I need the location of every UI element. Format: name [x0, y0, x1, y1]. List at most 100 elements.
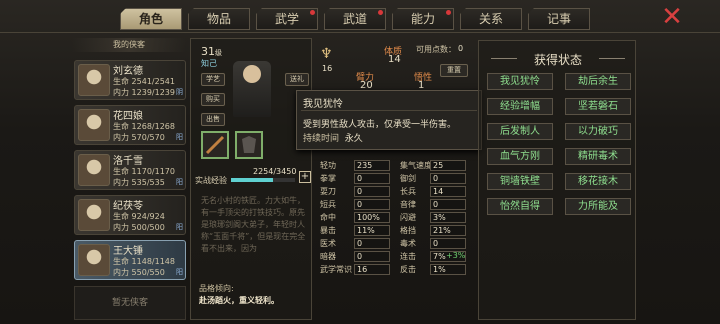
mp-label: 内力	[113, 178, 129, 187]
stat-row: 武学常识 16 反击 1%	[320, 264, 472, 277]
weapon-slot[interactable]	[201, 131, 229, 159]
mp-value: 500/500	[131, 223, 165, 232]
tab-martial[interactable]: 武学	[256, 8, 318, 30]
stat-label: 御剑	[400, 174, 416, 183]
hp-value: 2541/2541	[131, 77, 175, 86]
tooltip-duration: 持续时间 永久	[303, 131, 363, 144]
hp-line: 生命 1148/1148	[113, 256, 175, 267]
alignment-tag: 阳	[176, 178, 183, 186]
tab-way[interactable]: 武道	[324, 8, 386, 30]
mp-value: 535/535	[131, 178, 165, 187]
stat-label: 暗器	[320, 252, 336, 261]
status-badge[interactable]: 怡然自得	[487, 198, 553, 215]
tab-martial-label: 武学	[274, 12, 299, 26]
status-badge[interactable]: 铜墙铁壁	[487, 173, 553, 190]
relation-label: 知己	[201, 59, 217, 68]
stat-row: 暴击 11% 格挡 21%	[320, 225, 472, 238]
character-name: 王大锤	[113, 246, 143, 257]
constitution-value: 14	[388, 54, 401, 65]
mp-label: 内力	[113, 223, 129, 232]
buy-button[interactable]: 购买	[201, 93, 225, 106]
tab-character[interactable]: 角色	[120, 8, 182, 30]
character-card[interactable]: 花四娘 生命 1268/1268 内力 570/570 阳	[74, 105, 186, 145]
armor-slot[interactable]	[235, 131, 263, 159]
status-badge[interactable]: 我见犹怜	[487, 73, 553, 90]
talent-value: 16	[322, 64, 333, 73]
character-card[interactable]: 纪茯苓 生命 924/924 内力 500/500 阳	[74, 195, 186, 235]
stat-row: 命中 100% 闪避 3%	[320, 212, 472, 225]
hp-label: 生命	[113, 77, 129, 86]
hp-value: 1170/1170	[131, 167, 175, 176]
alignment-tag: 阳	[176, 223, 183, 231]
stat-value: 25	[430, 160, 466, 171]
reset-button[interactable]: 重置	[440, 64, 468, 77]
character-name: 刘玄德	[113, 66, 143, 77]
stat-value: 0	[354, 251, 390, 262]
stat-label: 命中	[320, 213, 336, 222]
stat-row: 医术 0 毒术 0	[320, 238, 472, 251]
tooltip-desc: 受到男性敌人攻击，仅承受一半伤害。	[303, 120, 457, 130]
empty-hero-slot[interactable]: 暂无侠客	[74, 286, 186, 320]
tab-relation[interactable]: 关系	[460, 8, 522, 30]
mp-value: 550/550	[131, 268, 165, 277]
status-badge[interactable]: 后发制人	[487, 123, 553, 140]
tab-journal[interactable]: 记事	[528, 8, 590, 30]
staff-icon	[205, 135, 225, 155]
game-screen: 角色 物品 武学 武道 能力 关系 记事 ✕ 我的侠客 刘玄德 生命 2541/…	[0, 0, 720, 324]
hp-value: 1268/1268	[131, 122, 175, 131]
stat-value: 0	[354, 173, 390, 184]
status-panel-title: 获得状态	[479, 51, 637, 68]
exp-bar	[231, 178, 295, 182]
tab-items[interactable]: 物品	[188, 8, 250, 30]
status-badge[interactable]: 经验增幅	[487, 98, 553, 115]
notification-dot	[446, 10, 451, 15]
stat-value: 16	[354, 264, 390, 275]
character-card[interactable]: 洛千雪 生命 1170/1170 内力 535/535 阳	[74, 150, 186, 190]
stat-value: 0	[430, 238, 466, 249]
gift-button[interactable]: 送礼	[285, 73, 309, 86]
hp-line: 生命 1268/1268	[113, 121, 175, 132]
stat-label: 短兵	[320, 200, 336, 209]
status-badge[interactable]: 劫后余生	[565, 73, 631, 90]
character-card[interactable]: 王大锤 生命 1148/1148 内力 550/550 阳	[74, 240, 186, 280]
exp-add-button[interactable]: +	[299, 171, 311, 183]
character-card[interactable]: 刘玄德 生命 2541/2541 内力 1239/1239 阴	[74, 60, 186, 100]
character-trait-label: 品格倾向:	[199, 284, 234, 293]
profile-panel: 31级 知己 学艺 送礼 购买 出售 实战经验 2254/3450 + 无名小村…	[190, 38, 312, 320]
status-badge[interactable]: 血气方刚	[487, 148, 553, 165]
stat-label: 闪避	[400, 213, 416, 222]
status-badge[interactable]: 坚若磐石	[565, 98, 631, 115]
character-name: 花四娘	[113, 111, 143, 122]
stat-row: 耍刀 0 长兵 14	[320, 186, 472, 199]
stat-value: 0	[430, 199, 466, 210]
stat-value: 3%	[430, 212, 466, 223]
stat-label: 暴击	[320, 226, 336, 235]
tab-ability[interactable]: 能力	[392, 8, 454, 30]
stat-value: 0	[354, 186, 390, 197]
mp-value: 1239/1239	[131, 88, 175, 97]
stat-label: 连击	[400, 252, 416, 261]
hp-line: 生命 924/924	[113, 211, 165, 222]
level-unit: 级	[215, 49, 222, 57]
close-icon[interactable]: ✕	[660, 4, 684, 30]
tooltip: 我见犹怜 受到男性敌人攻击，仅承受一半伤害。 持续时间 永久	[296, 90, 482, 150]
status-badge[interactable]: 力所能及	[565, 198, 631, 215]
stat-value: 0	[354, 199, 390, 210]
learn-button[interactable]: 学艺	[201, 73, 225, 86]
duration-value: 永久	[344, 134, 363, 144]
notification-dot	[378, 10, 383, 15]
stat-value: 11%	[354, 225, 390, 236]
status-badge[interactable]: 以力破巧	[565, 123, 631, 140]
stat-label: 集气速度	[400, 161, 432, 170]
hp-value: 1148/1148	[131, 257, 175, 266]
hp-label: 生命	[113, 212, 129, 221]
status-badge[interactable]: 精研毒术	[565, 148, 631, 165]
status-badge[interactable]: 移花接木	[565, 173, 631, 190]
hp-value: 924/924	[131, 212, 165, 221]
sell-button[interactable]: 出售	[201, 113, 225, 126]
stat-row: 短兵 0 音律 0	[320, 199, 472, 212]
alignment-tag: 阳	[176, 268, 183, 276]
hero-portrait	[233, 61, 271, 117]
mp-line: 内力 570/570	[113, 132, 165, 143]
divider	[301, 110, 477, 111]
